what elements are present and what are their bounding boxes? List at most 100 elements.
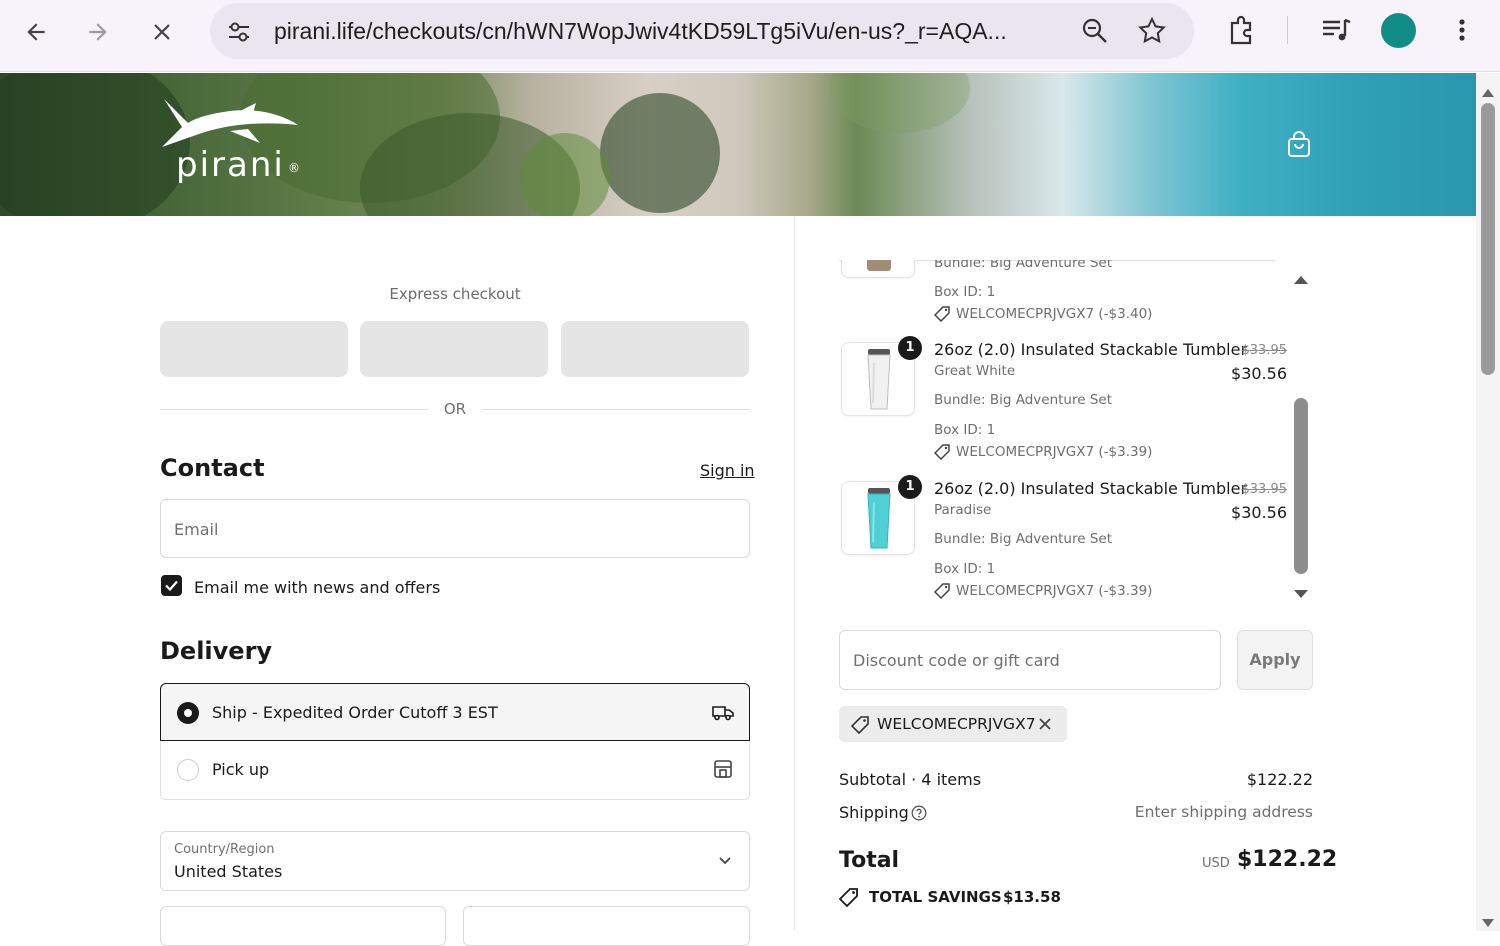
line-items-list: Bundle: Big Adventure Set Box ID: 1 WELC… <box>839 260 1287 602</box>
express-pay-button-1[interactable] <box>160 321 348 377</box>
item-box-id: Box ID: 1 <box>934 284 996 300</box>
total-value: $122.22 <box>1237 847 1338 872</box>
brand-logo[interactable]: pirani ® <box>160 97 310 192</box>
stop-loading-icon[interactable] <box>144 14 180 50</box>
address-bar[interactable]: pirani.life/checkouts/cn/hWN7WopJwiv4tKD… <box>210 3 1194 59</box>
delivery-method-group: Ship - Expedited Order Cutoff 3 EST Pick… <box>160 683 750 800</box>
subtotal-row: Subtotal · 4 items $122.22 <box>839 770 1313 792</box>
applied-discount-chip: WELCOMECPRJVGX7 <box>839 706 1067 742</box>
shipping-label: Shipping <box>839 803 909 822</box>
discount-placeholder: Discount code or gift card <box>853 651 1060 670</box>
item-name: 26oz (2.0) Insulated Stackable Tumbler <box>934 340 1248 359</box>
discount-tag-icon <box>933 444 950 461</box>
back-icon[interactable] <box>18 14 54 50</box>
item-compare-price: $33.95 <box>1241 343 1288 358</box>
shipping-row: Shipping Enter shipping address <box>839 803 1313 825</box>
discount-tag-icon <box>933 583 950 600</box>
site-info-icon[interactable] <box>224 17 254 47</box>
country-select[interactable]: Country/Region United States <box>160 831 750 891</box>
shopping-bag-icon[interactable] <box>1286 131 1312 159</box>
express-checkout-title: Express checkout <box>389 285 521 303</box>
page-scrollbar[interactable] <box>1476 73 1500 931</box>
hero-banner: pirani ® <box>0 73 1476 216</box>
subtotal-label: Subtotal · 4 items <box>839 770 982 789</box>
scroll-down-arrow-icon[interactable] <box>1293 584 1309 598</box>
order-summary: Bundle: Big Adventure Set Box ID: 1 WELC… <box>794 216 1476 931</box>
product-thumbnail <box>841 260 915 278</box>
item-price: $30.56 <box>1231 503 1287 522</box>
registered-mark: ® <box>288 161 300 175</box>
contact-heading: Contact <box>160 454 265 482</box>
email-field[interactable]: Email <box>160 499 750 558</box>
items-scrollbar[interactable] <box>1293 266 1309 602</box>
sign-in-link[interactable]: Sign in <box>700 461 755 480</box>
bookmark-star-icon[interactable] <box>1137 16 1167 46</box>
country-value: United States <box>174 862 283 881</box>
remove-discount-icon[interactable] <box>1037 716 1053 732</box>
item-discount: WELCOMECPRJVGX7 (-$3.39) <box>956 444 1153 460</box>
item-variant: Paradise <box>934 502 992 518</box>
pickup-option-label: Pick up <box>212 760 270 779</box>
page-scroll-down-icon[interactable] <box>1481 913 1495 927</box>
express-pay-button-2[interactable] <box>360 321 548 377</box>
page-scroll-thumb[interactable] <box>1481 103 1495 375</box>
item-bundle: Bundle: Big Adventure Set <box>934 260 1112 271</box>
discount-code-input[interactable]: Discount code or gift card <box>839 630 1221 690</box>
zoom-icon[interactable] <box>1080 16 1110 46</box>
savings-value: $13.58 <box>1003 888 1061 906</box>
item-discount: WELCOMECPRJVGX7 (-$3.39) <box>956 583 1153 599</box>
applied-discount-code: WELCOMECPRJVGX7 <box>877 715 1036 733</box>
discount-tag-icon <box>933 306 950 323</box>
total-currency: USD <box>1202 856 1230 871</box>
help-circle-icon[interactable] <box>911 805 927 821</box>
item-box-id: Box ID: 1 <box>934 561 996 577</box>
last-name-field[interactable] <box>463 906 750 946</box>
toolbar-divider <box>1287 16 1288 44</box>
savings-tag-icon <box>838 887 859 908</box>
browser-toolbar: pirani.life/checkouts/cn/hWN7WopJwiv4tKD… <box>0 0 1500 72</box>
radio-pickup[interactable] <box>177 759 199 781</box>
email-placeholder: Email <box>174 520 219 539</box>
profile-avatar[interactable] <box>1381 13 1416 48</box>
url-text[interactable]: pirani.life/checkouts/cn/hWN7WopJwiv4tKD… <box>274 18 1064 45</box>
savings-label: TOTAL SAVINGS <box>869 888 1002 906</box>
items-scroll-thumb[interactable] <box>1294 398 1308 574</box>
store-icon <box>711 757 735 781</box>
truck-icon <box>711 700 735 724</box>
item-discount: WELCOMECPRJVGX7 (-$3.40) <box>956 306 1153 322</box>
forward-icon[interactable] <box>80 14 116 50</box>
first-name-field[interactable] <box>160 906 446 946</box>
item-compare-price: $33.95 <box>1241 482 1288 497</box>
newsletter-checkbox[interactable] <box>161 575 182 596</box>
page-scroll-up-icon[interactable] <box>1481 83 1495 97</box>
delivery-option-pickup[interactable]: Pick up <box>160 741 750 800</box>
quantity-badge: 1 <box>898 475 922 499</box>
item-price: $30.56 <box>1231 364 1287 383</box>
scroll-up-arrow-icon[interactable] <box>1293 270 1309 284</box>
chevron-down-icon <box>717 852 733 868</box>
delivery-option-ship[interactable]: Ship - Expedited Order Cutoff 3 EST <box>160 683 750 741</box>
or-label: OR <box>443 400 467 418</box>
more-menu-icon[interactable] <box>1446 14 1478 46</box>
extensions-icon[interactable] <box>1226 14 1258 46</box>
item-variant: Great White <box>934 363 1016 379</box>
country-label: Country/Region <box>174 842 275 857</box>
delivery-heading: Delivery <box>160 637 273 665</box>
checkmark-icon <box>165 580 178 592</box>
item-box-id: Box ID: 1 <box>934 422 996 438</box>
brand-wordmark: pirani <box>176 145 285 185</box>
item-bundle: Bundle: Big Adventure Set <box>934 392 1112 408</box>
subtotal-value: $122.22 <box>1246 770 1313 789</box>
apply-discount-button[interactable]: Apply <box>1237 630 1313 690</box>
ship-option-label: Ship - Expedited Order Cutoff 3 EST <box>212 703 498 722</box>
shipping-value: Enter shipping address <box>1134 803 1313 821</box>
or-divider: OR <box>160 400 750 418</box>
newsletter-label[interactable]: Email me with news and offers <box>194 578 440 597</box>
radio-ship-selected[interactable] <box>177 702 199 724</box>
express-pay-button-3[interactable] <box>561 321 749 377</box>
item-bundle: Bundle: Big Adventure Set <box>934 531 1112 547</box>
media-controls-icon[interactable] <box>1320 14 1352 46</box>
item-name: 26oz (2.0) Insulated Stackable Tumbler <box>934 479 1248 498</box>
fish-logo-icon <box>162 99 298 147</box>
total-label: Total <box>839 848 900 873</box>
